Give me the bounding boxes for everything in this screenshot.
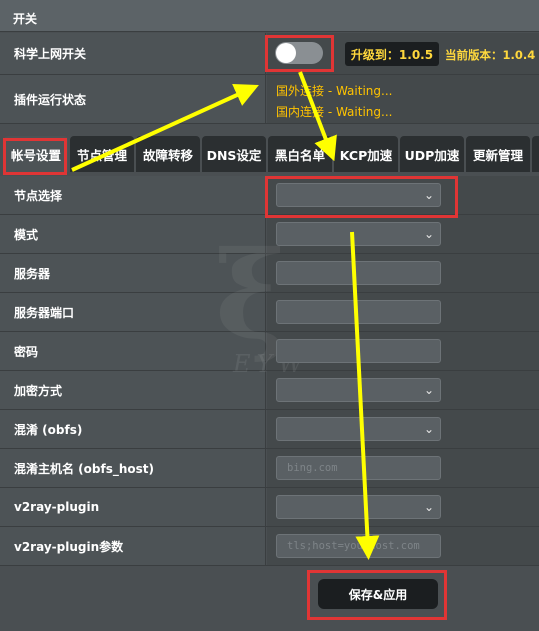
tab-udp[interactable]: UDP加速	[400, 136, 464, 172]
row-node-select: 节点选择	[0, 176, 539, 215]
tab-blackwhite[interactable]: 黑白名单	[268, 136, 332, 172]
tab-bar: 帐号设置 节点管理 故障转移 DNS设定 黑白名单 KCP加速 UDP加速 更新…	[0, 136, 539, 172]
v2ray-params-label: v2ray-plugin参数	[0, 527, 266, 565]
tab-account[interactable]: 帐号设置	[4, 136, 68, 172]
tab-update[interactable]: 更新管理	[466, 136, 530, 172]
upgrade-button[interactable]: 升级到：1.0.5	[345, 42, 439, 66]
chevron-down-icon: ⌄	[423, 500, 434, 514]
current-version: 当前版本：1.0.4	[445, 48, 536, 62]
toggle-knob	[276, 43, 296, 63]
password-input[interactable]	[276, 339, 441, 363]
footer	[0, 566, 539, 631]
encryption-select[interactable]: ⌄	[276, 378, 441, 402]
row-v2ray-plugin: v2ray-plugin	[0, 488, 539, 527]
v2ray-plugin-label: v2ray-plugin	[0, 488, 266, 526]
node-select-label: 节点选择	[0, 176, 266, 214]
obfs-host-placeholder: bing.com	[287, 462, 338, 474]
node-select-dropdown[interactable]: ⌄	[276, 183, 441, 207]
mode-select[interactable]: ⌄	[276, 222, 441, 246]
row-obfs-host: 混淆主机名 (obfs_host)	[0, 449, 539, 488]
server-input[interactable]	[276, 261, 441, 285]
section-header: 开关	[0, 0, 539, 32]
chevron-down-icon: ⌄	[423, 383, 434, 397]
tab-overflow[interactable]	[532, 136, 539, 172]
obfs-select[interactable]: ⌄	[276, 417, 441, 441]
chevron-down-icon: ⌄	[423, 422, 434, 436]
encryption-label: 加密方式	[0, 371, 266, 409]
domestic-status: 国内连接 - Waiting...	[276, 105, 393, 119]
section-title: 开关	[13, 12, 38, 26]
obfs-label: 混淆 (obfs)	[0, 410, 266, 448]
chevron-down-icon: ⌄	[423, 188, 434, 202]
obfs-host-label: 混淆主机名 (obfs_host)	[0, 449, 266, 487]
row-v2ray-params: v2ray-plugin参数	[0, 527, 539, 566]
status-label: 插件运行状态	[0, 75, 266, 123]
row-obfs: 混淆 (obfs)	[0, 410, 539, 449]
server-port-input[interactable]	[276, 300, 441, 324]
enable-toggle[interactable]	[275, 42, 323, 64]
tab-kcp[interactable]: KCP加速	[334, 136, 398, 172]
tab-dns[interactable]: DNS设定	[202, 136, 266, 172]
save-apply-button[interactable]: 保存&应用	[318, 579, 438, 609]
foreign-status: 国外连接 - Waiting...	[276, 84, 393, 98]
chevron-down-icon: ⌄	[423, 227, 434, 241]
obfs-host-input[interactable]: bing.com	[276, 456, 441, 480]
tab-failover[interactable]: 故障转移	[136, 136, 200, 172]
v2ray-params-input[interactable]: tls;host=yourhost.com	[276, 534, 441, 558]
status-row: 插件运行状态	[0, 75, 539, 124]
v2ray-params-placeholder: tls;host=yourhost.com	[287, 540, 420, 552]
switch-label: 科学上网开关	[0, 33, 266, 74]
tab-nodes[interactable]: 节点管理	[70, 136, 134, 172]
v2ray-plugin-select[interactable]: ⌄	[276, 495, 441, 519]
